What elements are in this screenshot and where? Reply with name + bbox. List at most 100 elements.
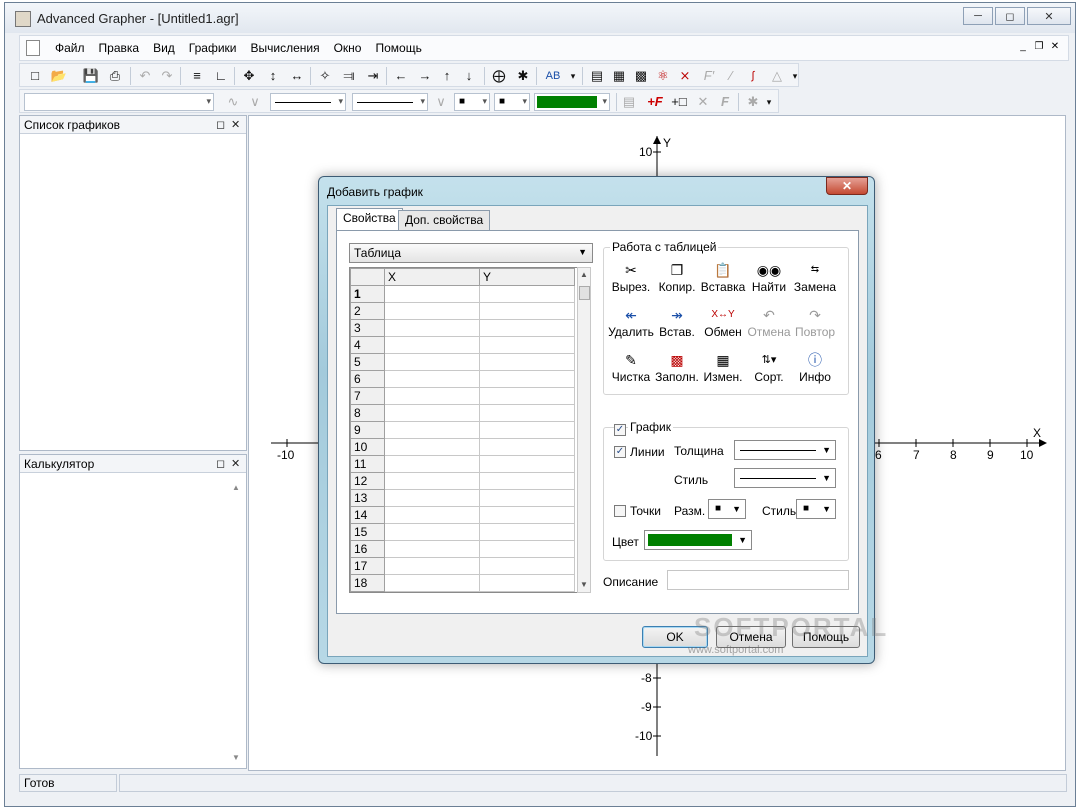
undo-button[interactable]: ↶ Отмена	[746, 305, 792, 339]
axes-icon[interactable]: ∟	[212, 67, 230, 85]
table-cell[interactable]	[479, 557, 575, 575]
scroll-down-icon[interactable]: ▼	[580, 580, 588, 589]
menu-file[interactable]: Файл	[48, 41, 92, 55]
intersection-icon[interactable]: ⨯	[676, 67, 694, 85]
table-cell[interactable]	[384, 557, 480, 575]
evaluate-icon[interactable]: ⚛	[654, 67, 672, 85]
menu-graphs[interactable]: Графики	[182, 41, 244, 55]
table-cell[interactable]	[479, 540, 575, 558]
move-horizontal-icon[interactable]: ↔	[288, 67, 306, 85]
line-style-combo[interactable]: ▾	[352, 93, 428, 111]
table-icon[interactable]: ▩	[632, 67, 650, 85]
mdi-close-button[interactable]: ✕	[1048, 40, 1062, 54]
table-cell[interactable]	[384, 404, 480, 422]
trace-icon[interactable]: ✱	[514, 67, 532, 85]
find-button[interactable]: ◉◉ Найти	[746, 260, 792, 294]
undo-icon[interactable]: ↶	[136, 67, 154, 85]
panel-float-icon[interactable]: ◻	[216, 118, 225, 131]
scroll-down-icon[interactable]: ▼	[232, 753, 240, 762]
tab-properties[interactable]: Свойства	[336, 208, 403, 230]
arrow-left-icon[interactable]: ←	[392, 67, 410, 85]
area-icon[interactable]: △	[768, 67, 786, 85]
move-icon[interactable]: ✥	[240, 67, 258, 85]
table-cell[interactable]	[384, 421, 480, 439]
table-cell[interactable]	[479, 353, 575, 371]
mdi-minimize-button[interactable]: _	[1016, 40, 1030, 54]
graph-checkbox[interactable]: ✓	[614, 424, 626, 436]
add-graph-icon[interactable]: +F	[646, 93, 664, 111]
info-button[interactable]: ⓘ Инфо	[792, 350, 838, 384]
delete-graph-icon[interactable]: ✕	[694, 93, 712, 111]
cut-button[interactable]: ✂ Вырез.	[608, 260, 654, 294]
line-style-dropdown[interactable]: ▼	[734, 468, 836, 488]
table-cell[interactable]	[479, 506, 575, 524]
clear-button[interactable]: ✎ Чистка	[608, 350, 654, 384]
arrow-up-icon[interactable]: ↑	[438, 67, 456, 85]
star-icon[interactable]: ✱	[744, 93, 762, 111]
new-icon[interactable]: □	[26, 67, 44, 85]
table-cell[interactable]	[384, 285, 480, 303]
print-icon[interactable]: ⎙	[106, 67, 124, 85]
close-button[interactable]: ✕	[1027, 7, 1071, 25]
table-cell[interactable]	[479, 336, 575, 354]
row-header[interactable]: 18	[350, 574, 385, 592]
description-input[interactable]	[667, 570, 849, 590]
table-cell[interactable]	[384, 540, 480, 558]
add-table-icon[interactable]: +□	[670, 93, 688, 111]
menu-window[interactable]: Окно	[327, 41, 369, 55]
table-cell[interactable]	[479, 455, 575, 473]
point-size-combo[interactable]: ■ ▾	[454, 93, 490, 111]
grid-icon[interactable]: ≡	[188, 67, 206, 85]
table-cell[interactable]	[384, 302, 480, 320]
redo-icon[interactable]: ↷	[158, 67, 176, 85]
move-vertical-icon[interactable]: ↕	[264, 67, 282, 85]
maximize-button[interactable]: ◻	[995, 7, 1025, 25]
table-cell[interactable]	[384, 472, 480, 490]
color-dropdown[interactable]: ▼	[644, 530, 752, 550]
panel-close-icon[interactable]: ✕	[231, 118, 240, 131]
row-header[interactable]: 9	[350, 421, 385, 439]
edit-formula-icon[interactable]: F	[716, 93, 734, 111]
table-cell[interactable]	[384, 438, 480, 456]
table-cell[interactable]	[479, 438, 575, 456]
row-header[interactable]: 4	[350, 336, 385, 354]
graph-selector[interactable]: ▾	[24, 93, 214, 111]
vee-icon[interactable]: ∨	[246, 93, 264, 111]
color-combo[interactable]: ▾	[534, 93, 610, 111]
mdi-restore-button[interactable]: ❐	[1032, 40, 1046, 54]
table-cell[interactable]	[384, 574, 480, 592]
zoom-in-icon[interactable]: ✧	[316, 67, 334, 85]
table-scrollbar[interactable]: ▲ ▼	[577, 267, 591, 593]
table-cell[interactable]	[384, 489, 480, 507]
labels-dropdown-icon[interactable]: ▾	[564, 67, 582, 85]
row-header[interactable]: 8	[350, 404, 385, 422]
table-corner[interactable]	[350, 268, 385, 286]
table-cell[interactable]	[384, 387, 480, 405]
row-header[interactable]: 14	[350, 506, 385, 524]
point-style-combo[interactable]: ■ ▾	[494, 93, 530, 111]
table-cell[interactable]	[479, 472, 575, 490]
table-cell[interactable]	[479, 489, 575, 507]
fill-button[interactable]: ▩ Заполн.	[654, 350, 700, 384]
calculator-icon[interactable]: ▦	[610, 67, 628, 85]
integral-icon[interactable]: ∫	[744, 67, 762, 85]
copy-button[interactable]: ❐ Копир.	[654, 260, 700, 294]
row-header[interactable]: 6	[350, 370, 385, 388]
row-header[interactable]: 5	[350, 353, 385, 371]
scroll-up-icon[interactable]: ▲	[232, 483, 240, 492]
labels-button[interactable]: AB	[542, 67, 564, 85]
row-header[interactable]: 10	[350, 438, 385, 456]
derivative-icon[interactable]: F′	[700, 67, 718, 85]
swap-button[interactable]: X↔Y Обмен	[700, 305, 746, 339]
tab-extra-properties[interactable]: Доп. свойства	[398, 210, 491, 230]
line-thickness-combo[interactable]: ▾	[270, 93, 346, 111]
minimize-button[interactable]: ─	[963, 7, 993, 25]
table-cell[interactable]	[384, 319, 480, 337]
crosshair-icon[interactable]: ⨁	[490, 67, 508, 85]
table-cell[interactable]	[384, 455, 480, 473]
panel-close-icon[interactable]: ✕	[231, 457, 240, 470]
thickness-dropdown[interactable]: ▼	[734, 440, 836, 460]
zoom-horizontal-icon[interactable]: ⇥	[364, 67, 382, 85]
save-icon[interactable]: 💾	[82, 67, 100, 85]
row-header[interactable]: 1	[350, 285, 385, 303]
